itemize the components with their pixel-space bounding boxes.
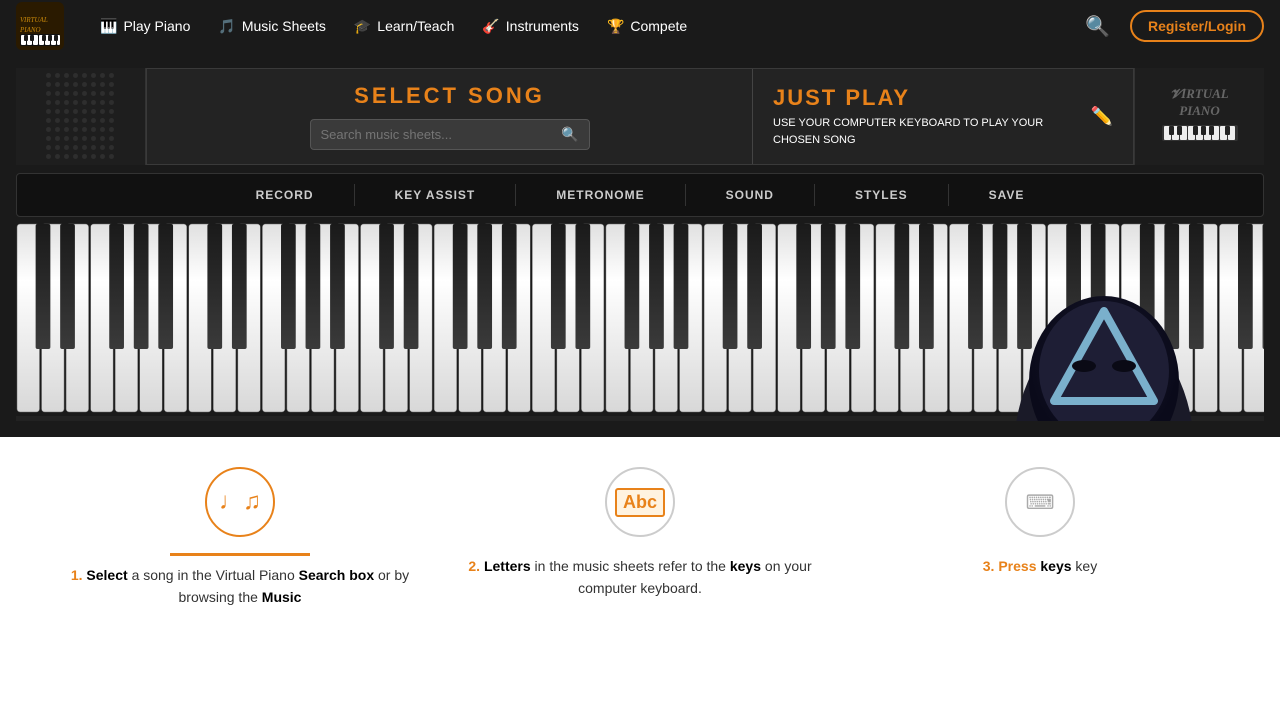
black-key[interactable]: [404, 224, 419, 349]
black-key[interactable]: [723, 224, 738, 349]
piano-keys: [16, 221, 1264, 416]
nav-item-play-piano[interactable]: 🎹 Play Piano: [88, 12, 202, 41]
just-play-description: USE YOUR COMPUTER KEYBOARD TO PLAY YOUR …: [773, 115, 1081, 148]
black-key[interactable]: [109, 224, 124, 349]
step-2-icon[interactable]: Abc: [605, 467, 675, 537]
nav-right: 🔍 Register/Login: [1077, 10, 1264, 43]
search-submit-button[interactable]: 🔍: [561, 126, 578, 143]
black-key[interactable]: [60, 224, 75, 349]
step-1-text: 1. Select a song in the Virtual Piano Se…: [60, 564, 420, 609]
step-1-underline: [170, 553, 310, 556]
control-sound[interactable]: SOUND: [686, 184, 815, 206]
step-3-icon[interactable]: ⌨: [1005, 467, 1075, 537]
black-key[interactable]: [551, 224, 566, 349]
black-key[interactable]: [1066, 224, 1081, 349]
control-key-assist[interactable]: KEY ASSIST: [355, 184, 517, 206]
step-2: Abc 2. Letters in the music sheets refer…: [440, 467, 840, 609]
black-key[interactable]: [625, 224, 640, 349]
control-record[interactable]: RECORD: [216, 184, 355, 206]
black-key[interactable]: [649, 224, 664, 349]
abc-icon: Abc: [615, 488, 665, 517]
step-3: ⌨ 3. Press keys key: [840, 467, 1240, 609]
piano-keys-container: [16, 221, 1264, 421]
just-play-text: JUST PLAY USE YOUR COMPUTER KEYBOARD TO …: [773, 85, 1081, 148]
step-3-text: 3. Press keys key: [860, 555, 1220, 577]
search-submit-icon: 🔍: [561, 126, 578, 142]
svg-text:IRTUAL: IRTUAL: [23, 16, 48, 24]
black-key[interactable]: [1238, 224, 1253, 349]
vp-logo-overlay: 𝓥IRTUAL PIANO: [1160, 86, 1240, 148]
black-key[interactable]: [1017, 224, 1032, 349]
black-key[interactable]: [1140, 224, 1155, 349]
edit-icon[interactable]: ✏️: [1091, 106, 1113, 127]
piano-icon: 🎹: [100, 18, 117, 35]
black-key[interactable]: [845, 224, 860, 349]
just-play-panel: JUST PLAY USE YOUR COMPUTER KEYBOARD TO …: [753, 69, 1133, 164]
step-2-text: 2. Letters in the music sheets refer to …: [460, 555, 820, 600]
black-key[interactable]: [894, 224, 909, 349]
black-key[interactable]: [575, 224, 590, 349]
black-key[interactable]: [36, 224, 51, 349]
black-key[interactable]: [232, 224, 247, 349]
black-key[interactable]: [134, 224, 149, 349]
black-key[interactable]: [821, 224, 836, 349]
step-1-icon[interactable]: ♩♫: [205, 467, 275, 537]
search-input[interactable]: [321, 127, 562, 142]
black-key[interactable]: [747, 224, 762, 349]
black-key[interactable]: [919, 224, 934, 349]
song-selector-main: SELECT SONG 🔍 JUST PLAY USE YOUR COMPUTE…: [146, 68, 1134, 165]
search-icon: 🔍: [1085, 16, 1110, 38]
black-key[interactable]: [1189, 224, 1204, 349]
black-key[interactable]: [207, 224, 222, 349]
music-notes-icon: ♩♫: [219, 488, 261, 516]
register-login-button[interactable]: Register/Login: [1130, 10, 1264, 42]
black-key[interactable]: [674, 224, 689, 349]
select-song-title: SELECT SONG: [177, 83, 722, 109]
trophy-icon: 🏆: [607, 18, 624, 35]
black-key[interactable]: [330, 224, 345, 349]
song-selector-row: 𝓥IRTUAL PIANO: [16, 68, 1264, 165]
black-key[interactable]: [158, 224, 173, 349]
black-key[interactable]: [993, 224, 1008, 349]
nav-item-compete[interactable]: 🏆 Compete: [595, 12, 699, 41]
black-key[interactable]: [796, 224, 811, 349]
nav-item-instruments[interactable]: 🎸 Instruments: [470, 12, 591, 41]
logo[interactable]: V IRTUAL PIANO: [16, 2, 68, 50]
black-key[interactable]: [968, 224, 983, 349]
navbar: V IRTUAL PIANO 🎹 Play Piano 🎵: [0, 0, 1280, 52]
music-note-icon: 🎵: [218, 18, 235, 35]
select-song-panel: SELECT SONG 🔍: [147, 69, 753, 164]
nav-links: 🎹 Play Piano 🎵 Music Sheets 🎓 Learn/Teac…: [88, 12, 1077, 41]
nav-item-learn-teach[interactable]: 🎓 Learn/Teach: [342, 12, 467, 41]
controls-bar: RECORD KEY ASSIST METRONOME SOUND STYLES…: [16, 173, 1264, 217]
black-key[interactable]: [306, 224, 321, 349]
search-bar[interactable]: 🔍: [310, 119, 590, 150]
guitar-icon: 🎸: [482, 18, 499, 35]
search-button[interactable]: 🔍: [1077, 10, 1118, 43]
grill-left: [36, 63, 125, 170]
control-save[interactable]: SAVE: [949, 184, 1065, 206]
nav-item-music-sheets[interactable]: 🎵 Music Sheets: [206, 12, 337, 41]
control-metronome[interactable]: METRONOME: [516, 184, 685, 206]
speaker-right: 𝓥IRTUAL PIANO: [1134, 68, 1264, 165]
black-key[interactable]: [1164, 224, 1179, 349]
bottom-content: ♩♫ 1. Select a song in the Virtual Piano…: [0, 437, 1280, 639]
black-key[interactable]: [477, 224, 492, 349]
step-1: ♩♫ 1. Select a song in the Virtual Piano…: [40, 467, 440, 609]
piano-section: 𝓥IRTUAL PIANO: [0, 52, 1280, 437]
svg-text:PIANO: PIANO: [19, 26, 41, 34]
control-styles[interactable]: STYLES: [815, 184, 949, 206]
graduation-icon: 🎓: [354, 18, 371, 35]
black-key[interactable]: [502, 224, 517, 349]
black-key[interactable]: [281, 224, 296, 349]
black-key[interactable]: [379, 224, 394, 349]
keyboard-icon: ⌨: [1026, 490, 1055, 515]
black-key[interactable]: [453, 224, 468, 349]
black-key[interactable]: [1263, 224, 1264, 349]
black-key[interactable]: [1091, 224, 1106, 349]
just-play-title: JUST PLAY: [773, 85, 1081, 111]
speaker-left: [16, 68, 146, 165]
